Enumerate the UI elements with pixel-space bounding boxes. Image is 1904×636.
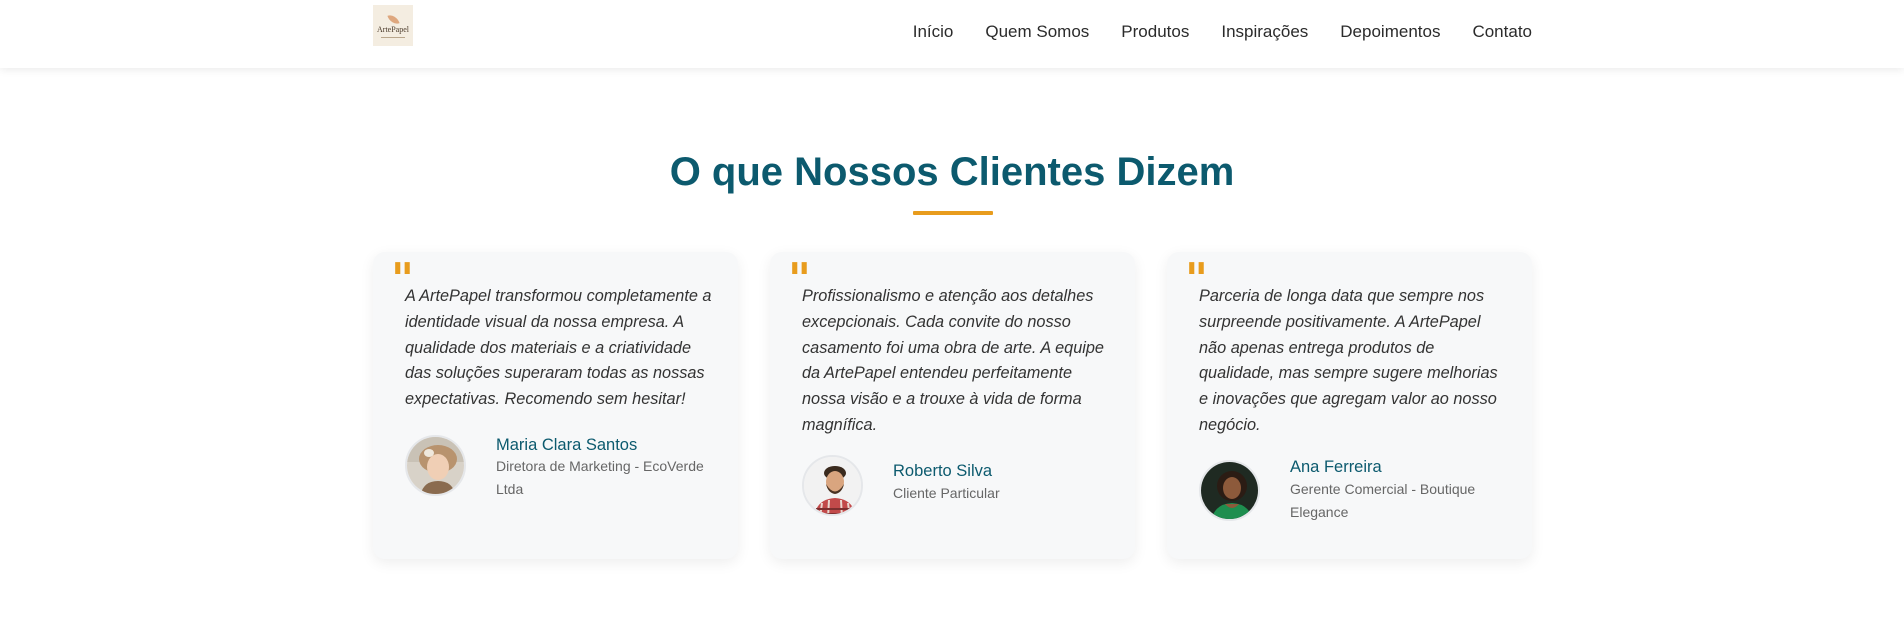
testimonial-quote: A ArtePapel transformou completamente a … bbox=[405, 287, 712, 409]
logo-text: ArtePapel bbox=[377, 24, 409, 34]
title-underline bbox=[913, 211, 993, 215]
site-header: ArtePapel Início Quem Somos Produtos Ins… bbox=[0, 0, 1904, 68]
author-name: Maria Clara Santos bbox=[496, 436, 638, 454]
nav-link-quem-somos[interactable]: Quem Somos bbox=[985, 22, 1089, 42]
testimonial-card: " Profissionalismo e atenção aos detalhe… bbox=[770, 252, 1135, 559]
testimonial-quote: Profissionalismo e atenção aos detalhes … bbox=[802, 287, 1104, 434]
author-role: Diretora de Marketing - EcoVerde Ltda bbox=[496, 458, 704, 497]
author-role: Gerente Comercial - Boutique Elegance bbox=[1290, 481, 1476, 520]
section-title: O que Nossos Clientes Dizem bbox=[669, 150, 1235, 194]
testimonial-quote: Parceria de longa data que sempre nos su… bbox=[1199, 287, 1498, 434]
testimonial-card: " Parceria de longa data que sempre nos … bbox=[1167, 252, 1532, 559]
nav-link-inicio[interactable]: Início bbox=[913, 22, 954, 42]
author-name: Ana Ferreira bbox=[1290, 458, 1382, 476]
author-role: Cliente Particular bbox=[893, 485, 1000, 501]
avatar bbox=[405, 435, 466, 496]
logo-divider bbox=[381, 36, 405, 38]
main-nav: Início Quem Somos Produtos Inspirações D… bbox=[881, 22, 1532, 42]
testimonials-grid: " A ArtePapel transformou completamente … bbox=[373, 252, 1533, 559]
author-name: Roberto Silva bbox=[893, 462, 993, 480]
nav-link-depoimentos[interactable]: Depoimentos bbox=[1340, 22, 1440, 42]
nav-link-inspiracoes[interactable]: Inspirações bbox=[1221, 22, 1308, 42]
avatar bbox=[802, 455, 863, 516]
nav-link-produtos[interactable]: Produtos bbox=[1121, 22, 1189, 42]
artepapel-logo[interactable]: ArtePapel bbox=[373, 5, 413, 46]
testimonial-card: " A ArtePapel transformou completamente … bbox=[373, 252, 738, 559]
avatar bbox=[1199, 460, 1260, 521]
leaf-icon bbox=[386, 12, 400, 26]
nav-link-contato[interactable]: Contato bbox=[1472, 22, 1532, 42]
